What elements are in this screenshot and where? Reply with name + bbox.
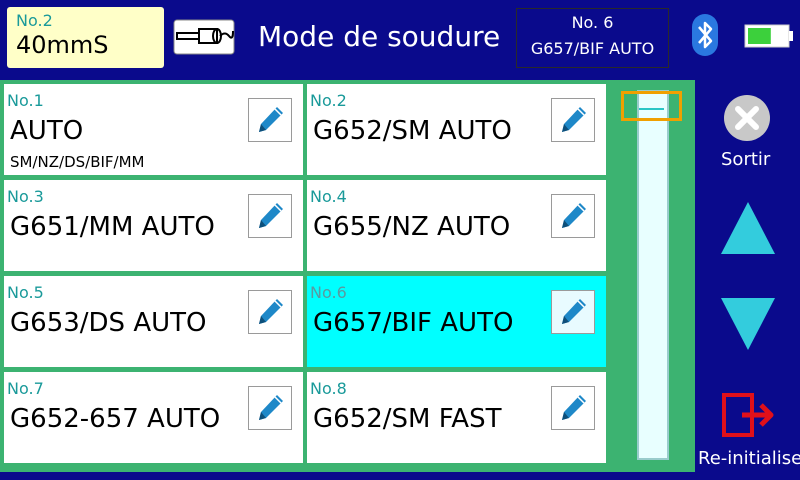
scrollbar-track[interactable] — [637, 90, 669, 460]
mode-item[interactable]: No.6 G657/BIF AUTO — [307, 276, 606, 367]
page-title: Mode de soudure — [258, 20, 501, 53]
mode-number: No.5 — [7, 283, 44, 302]
mode-name: G657/BIF AUTO — [313, 308, 514, 338]
current-mode-number: No. 6 — [571, 13, 614, 32]
mode-name: G652/SM AUTO — [313, 116, 512, 146]
program-value: 40mmS — [16, 31, 109, 59]
edit-mode-button[interactable] — [248, 194, 292, 238]
mode-number: No.3 — [7, 187, 44, 206]
mode-item[interactable]: No.5 G653/DS AUTO — [4, 276, 303, 367]
pencil-icon — [556, 391, 590, 425]
mode-number: No.4 — [310, 187, 347, 206]
mode-item[interactable]: No.4 G655/NZ AUTO — [307, 180, 606, 271]
mode-number: No.8 — [310, 379, 347, 398]
edit-mode-button[interactable] — [551, 386, 595, 430]
reset-label[interactable]: Re-initialise — [698, 448, 800, 469]
arrow-down-icon[interactable] — [719, 296, 777, 352]
exit-door-icon[interactable] — [720, 392, 776, 438]
edit-mode-button[interactable] — [551, 98, 595, 142]
fiber-holder-icon — [173, 19, 235, 55]
battery-icon — [744, 24, 793, 48]
exit-label[interactable]: Sortir — [721, 149, 770, 170]
mode-name: G652/SM FAST — [313, 404, 502, 434]
pencil-icon — [556, 295, 590, 329]
bluetooth-icon — [692, 14, 718, 56]
mode-name: G655/NZ AUTO — [313, 212, 511, 242]
mode-number: No.7 — [7, 379, 44, 398]
mode-name: G651/MM AUTO — [10, 212, 215, 242]
pencil-icon — [556, 199, 590, 233]
mode-name: G653/DS AUTO — [10, 308, 207, 338]
mode-name: AUTO — [10, 116, 84, 146]
edit-mode-button[interactable] — [248, 290, 292, 334]
edit-mode-button[interactable] — [248, 98, 292, 142]
edit-mode-button[interactable] — [248, 386, 292, 430]
edit-mode-button[interactable] — [551, 290, 595, 334]
mode-name: G652-657 AUTO — [10, 404, 221, 434]
mode-item[interactable]: No.2 G652/SM AUTO — [307, 84, 606, 175]
mode-number: No.2 — [310, 91, 347, 110]
current-mode-box: No. 6 G657/BIF AUTO — [516, 8, 669, 68]
mode-item[interactable]: No.7 G652-657 AUTO — [4, 372, 303, 463]
pencil-icon — [253, 391, 287, 425]
edit-mode-button[interactable] — [551, 194, 595, 238]
mode-item[interactable]: No.3 G651/MM AUTO — [4, 180, 303, 271]
pencil-icon — [253, 103, 287, 137]
program-box[interactable]: No.2 40mmS — [7, 7, 164, 68]
current-mode-name: G657/BIF AUTO — [530, 39, 655, 58]
pencil-icon — [253, 199, 287, 233]
pencil-icon — [556, 103, 590, 137]
mode-item[interactable]: No.1 AUTO SM/NZ/DS/BIF/MM — [4, 84, 303, 175]
program-label: No.2 — [16, 11, 53, 30]
pencil-icon — [253, 295, 287, 329]
mode-number: No.1 — [7, 91, 44, 110]
close-icon[interactable] — [723, 94, 771, 142]
arrow-up-icon[interactable] — [719, 200, 777, 256]
mode-fiber-types: SM/NZ/DS/BIF/MM — [10, 153, 145, 171]
scrollbar-thumb[interactable] — [621, 91, 682, 121]
mode-number: No.6 — [310, 283, 347, 302]
mode-item[interactable]: No.8 G652/SM FAST — [307, 372, 606, 463]
